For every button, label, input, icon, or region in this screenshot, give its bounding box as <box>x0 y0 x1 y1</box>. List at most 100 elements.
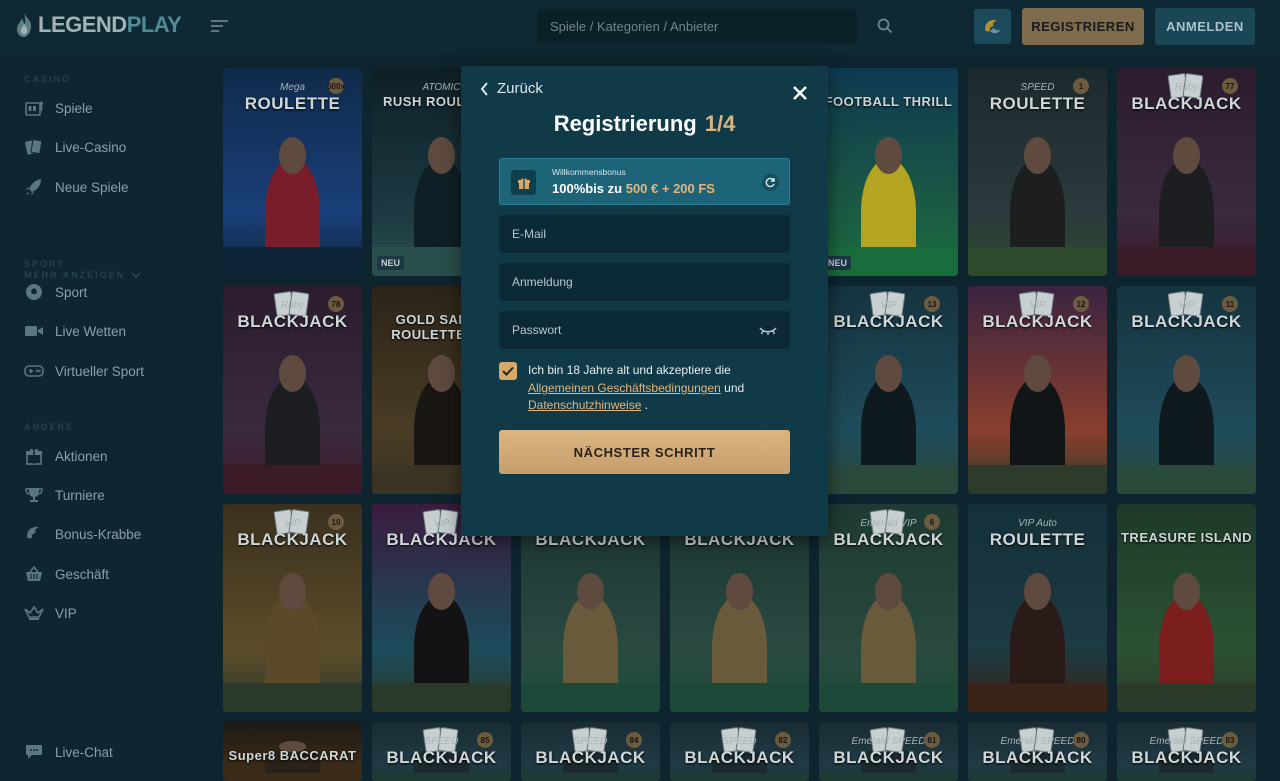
game-tile[interactable]: Emerald SPEED BLACKJACK 80 <box>968 722 1107 781</box>
table-number-badge: 78 <box>328 296 344 312</box>
game-table <box>223 464 362 494</box>
cards-icon <box>24 137 44 157</box>
game-title: BLACKJACK <box>386 748 497 767</box>
dealer-head <box>1172 136 1201 175</box>
game-title: BLACKJACK <box>1131 748 1242 767</box>
welcome-bonus-selector[interactable]: Willkommensbonus 100%bis zu 500 € + 200 … <box>499 158 790 205</box>
sidebar-item-virtueller-sport[interactable]: Virtueller Sport <box>24 359 144 383</box>
search-input[interactable] <box>537 9 857 43</box>
login-field[interactable] <box>499 263 790 301</box>
eye-hidden-icon[interactable] <box>758 322 778 338</box>
sidebar-item-vip[interactable]: VIP <box>24 601 77 625</box>
sport-section-title: SPORT <box>24 259 66 269</box>
sidebar-item-live-casino[interactable]: Live-Casino <box>24 135 126 159</box>
modal-title-text: Registrierung <box>553 111 697 136</box>
username-input[interactable] <box>499 263 790 301</box>
table-number-badge: 13 <box>924 296 940 312</box>
logo[interactable]: LEGENDPLAY <box>14 10 182 40</box>
video-camera-icon <box>24 321 44 341</box>
menu-toggle-icon[interactable] <box>210 17 230 35</box>
bonus-amount: 500 € + 200 FS <box>625 181 715 196</box>
game-title: FOOTBALL THRILL <box>824 94 953 109</box>
game-title: BLACKJACK <box>833 748 944 767</box>
game-tile[interactable]: SPEED BLACKJACK 85 <box>372 722 511 781</box>
back-button[interactable]: Zurück <box>480 80 543 97</box>
table-number-badge: 84 <box>626 732 642 748</box>
email-field[interactable] <box>499 215 790 253</box>
game-tile[interactable]: TREASURE ISLAND <box>1117 504 1256 712</box>
logo-play-text: PLAY <box>126 12 182 37</box>
register-button[interactable]: REGISTRIEREN <box>1022 8 1144 45</box>
sidebar-item-label: Sport <box>55 284 88 300</box>
game-tile[interactable]: Ruby BLACKJACK 78 <box>223 286 362 494</box>
game-tile[interactable]: VIP BLACKJACK 13 <box>819 286 958 494</box>
table-number-badge: 77 <box>1222 78 1238 94</box>
game-table <box>819 682 958 712</box>
game-tile[interactable]: Emerald VIP BLACKJACK 6 <box>819 504 958 712</box>
sidebar-item-turniere[interactable]: Turniere <box>24 483 105 507</box>
game-tile[interactable]: SPEED BLACKJACK 84 <box>521 722 660 781</box>
search-icon[interactable] <box>868 9 902 43</box>
game-tile[interactable]: Mega ROULETTE 500x <box>223 68 362 276</box>
sidebar-item-sport[interactable]: Sport <box>24 280 87 304</box>
game-table <box>521 682 660 712</box>
game-tile[interactable]: FOOTBALL THRILL NEU <box>819 68 958 276</box>
dealer-head <box>1023 572 1052 611</box>
game-title: BLACKJACK <box>833 530 944 549</box>
terms-intro: Ich bin 18 Jahre alt und akzeptiere die <box>528 363 731 377</box>
sidebar: CASINO Spiele Live-Casino Neue Spiele ME… <box>0 54 190 781</box>
game-title: BLACKJACK <box>982 748 1093 767</box>
modal-title: Registrierung 1/4 <box>461 111 828 137</box>
show-more-label: MEHR ANZEIGEN <box>24 270 126 280</box>
game-table <box>223 246 362 276</box>
table-number-badge: 6 <box>924 514 940 530</box>
dealer-head <box>874 136 903 175</box>
sidebar-item-live-wetten[interactable]: Live Wetten <box>24 319 126 343</box>
email-input[interactable] <box>499 215 790 253</box>
game-tile[interactable]: VIP Auto ROULETTE <box>968 504 1107 712</box>
game-tile[interactable]: Ruby BLACKJACK 77 <box>1117 68 1256 276</box>
game-tile[interactable]: SPEED BLACKJACK 82 <box>670 722 809 781</box>
login-button[interactable]: ANMELDEN <box>1155 8 1255 45</box>
sidebar-item-neue-spiele[interactable]: Neue Spiele <box>24 175 129 199</box>
registration-modal: Zurück Registrierung 1/4 Willkommensbonus… <box>461 66 828 536</box>
dealer-head <box>1172 354 1201 393</box>
sidebar-item-bonus-krabbe[interactable]: Bonus-Krabbe <box>24 522 141 546</box>
dealer-head <box>427 354 456 393</box>
privacy-link[interactable]: Datenschutzhinweise <box>528 398 641 412</box>
game-table <box>372 682 511 712</box>
game-table <box>819 772 958 781</box>
terms-end: . <box>644 398 649 412</box>
sidebar-item-live-chat[interactable]: Live-Chat <box>24 740 113 764</box>
next-step-button[interactable]: NÄCHSTER SCHRITT <box>499 430 790 474</box>
table-number-badge: 1 <box>1073 78 1089 94</box>
game-tile[interactable]: VIP BLACKJACK 12 <box>968 286 1107 494</box>
refresh-icon[interactable] <box>762 174 779 191</box>
game-tile[interactable]: Emerald SPEED BLACKJACK 81 <box>819 722 958 781</box>
gift-icon <box>24 446 44 466</box>
sidebar-item-spiele[interactable]: Spiele <box>24 96 93 120</box>
sidebar-item-geschaeft[interactable]: Geschäft <box>24 562 109 586</box>
game-tile[interactable]: SPEED ROULETTE 1 <box>968 68 1107 276</box>
sidebar-item-aktionen[interactable]: Aktionen <box>24 444 108 468</box>
show-more-link[interactable]: MEHR ANZEIGEN <box>24 270 141 280</box>
game-subtitle: VIP Auto <box>1018 518 1057 529</box>
password-input[interactable] <box>499 311 790 349</box>
table-number-badge: 12 <box>1073 296 1089 312</box>
terms-checkbox[interactable] <box>499 362 517 380</box>
search-box[interactable] <box>537 9 857 43</box>
game-table <box>1117 246 1256 276</box>
game-tile[interactable]: VIP BLACKJACK 10 <box>223 504 362 712</box>
game-tile[interactable]: VIP BLACKJACK 11 <box>1117 286 1256 494</box>
dealer-head <box>1172 572 1201 611</box>
password-field[interactable] <box>499 311 790 349</box>
bonus-crab-button[interactable] <box>974 9 1011 44</box>
game-title: Super8 BACCARAT <box>228 748 357 763</box>
dealer-head <box>874 572 903 611</box>
close-icon[interactable] <box>789 82 811 104</box>
game-tile[interactable]: Emerald SPEED BLACKJACK 83 <box>1117 722 1256 781</box>
terms-link[interactable]: Allgemeinen Geschäftsbedingungen <box>528 381 721 395</box>
game-tile[interactable]: Super8 BACCARAT <box>223 722 362 781</box>
table-number-badge: 80 <box>1073 732 1089 748</box>
table-number-badge: 11 <box>1222 296 1238 312</box>
